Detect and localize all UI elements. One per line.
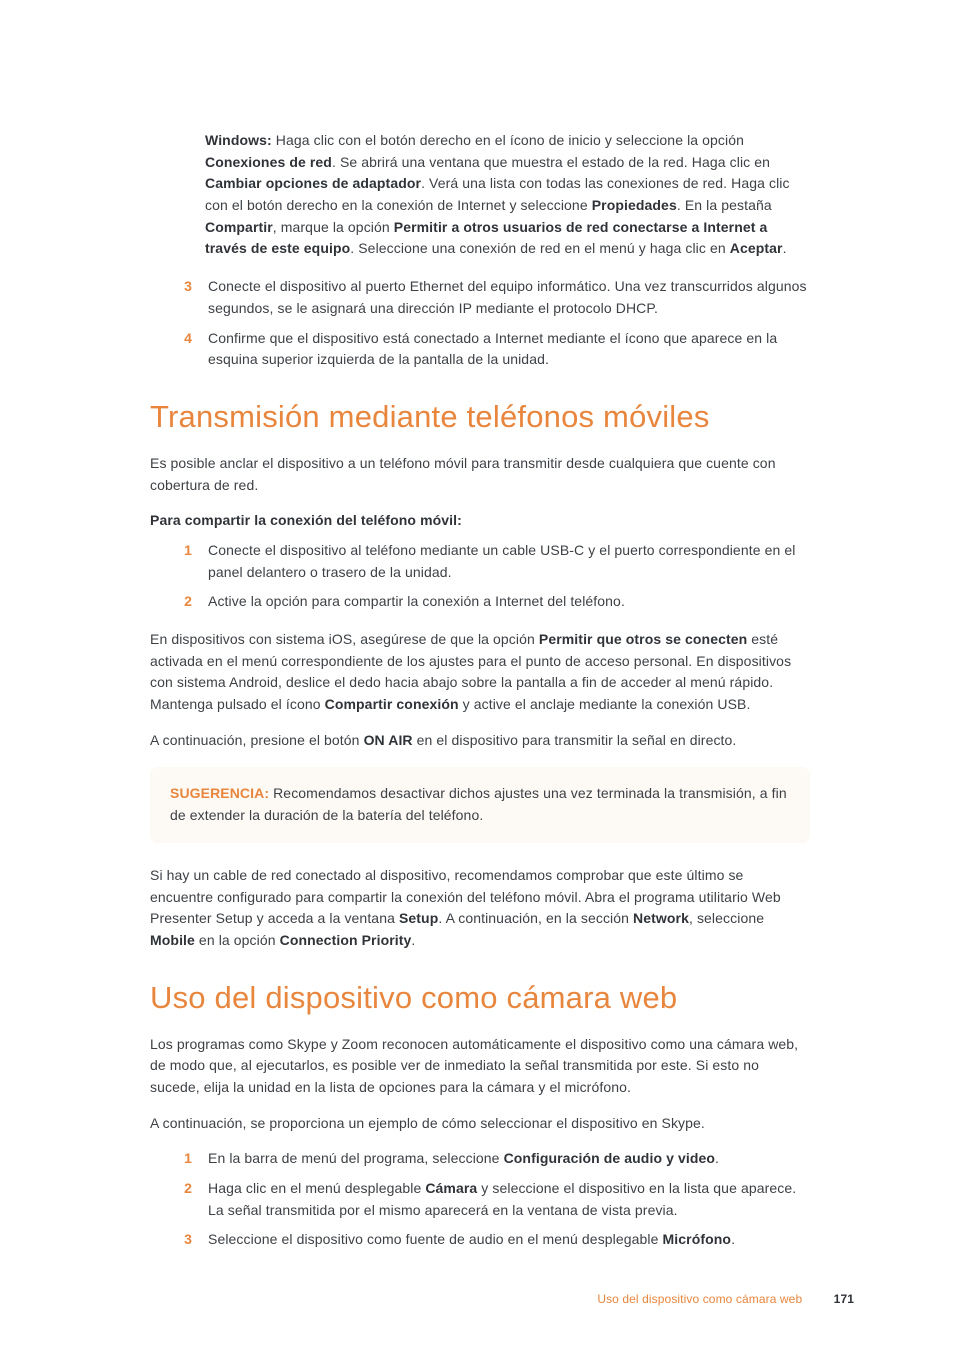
footer-page-number: 171 [834,1292,854,1306]
step-number: 1 [150,540,192,583]
subheading-share-connection: Para compartir la conexión del teléfono … [150,510,810,532]
step-text: Confirme que el dispositivo está conecta… [208,328,810,371]
step-number: 3 [150,1229,192,1251]
document-page: Windows: Haga clic con el botón derecho … [0,0,954,1350]
step-text: Haga clic en el menú desplegable Cámara … [208,1178,810,1221]
list-item: 1 En la barra de menú del programa, sele… [150,1148,810,1170]
page-footer: Uso del dispositivo como cámara web 171 [597,1292,854,1306]
tip-label: SUGERENCIA: [170,785,269,801]
step-number: 1 [150,1148,192,1170]
steps-list-c: 1 En la barra de menú del programa, sele… [150,1148,810,1251]
steps-list-b: 1 Conecte el dispositivo al teléfono med… [150,540,810,613]
steps-list-a: 3 Conecte el dispositivo al puerto Ether… [150,276,810,371]
step-text: Active la opción para compartir la conex… [208,591,810,613]
list-item: 2 Active la opción para compartir la con… [150,591,810,613]
tip-text: SUGERENCIA: Recomendamos desactivar dich… [170,783,790,826]
windows-instructions: Windows: Haga clic con el botón derecho … [205,130,810,260]
step-text: En la barra de menú del programa, selecc… [208,1148,810,1170]
onair-paragraph: A continuación, presione el botón ON AIR… [150,730,810,752]
step-text: Seleccione el dispositivo como fuente de… [208,1229,810,1251]
step-text: Conecte el dispositivo al teléfono media… [208,540,810,583]
windows-paragraph: Windows: Haga clic con el botón derecho … [205,130,810,260]
list-item: 2 Haga clic en el menú desplegable Cámar… [150,1178,810,1221]
windows-label: Windows: [205,132,272,148]
step-number: 3 [150,276,192,319]
list-item: 4 Confirme que el dispositivo está conec… [150,328,810,371]
list-item: 1 Conecte el dispositivo al teléfono med… [150,540,810,583]
tip-box: SUGERENCIA: Recomendamos desactivar dich… [150,767,810,842]
heading-webcam: Uso del dispositivo como cámara web [150,980,810,1016]
network-priority-paragraph: Si hay un cable de red conectado al disp… [150,865,810,952]
content-column: Windows: Haga clic con el botón derecho … [150,130,810,1251]
step-number: 2 [150,591,192,613]
heading-mobile-transmission: Transmisión mediante teléfonos móviles [150,399,810,435]
list-item: 3 Seleccione el dispositivo como fuente … [150,1229,810,1251]
list-item: 3 Conecte el dispositivo al puerto Ether… [150,276,810,319]
step-number: 4 [150,328,192,371]
skype-example-paragraph: A continuación, se proporciona un ejempl… [150,1113,810,1135]
ios-android-paragraph: En dispositivos con sistema iOS, asegúre… [150,629,810,716]
step-number: 2 [150,1178,192,1221]
intro-paragraph: Es posible anclar el dispositivo a un te… [150,453,810,496]
footer-section-title: Uso del dispositivo como cámara web [597,1292,802,1306]
step-text: Conecte el dispositivo al puerto Etherne… [208,276,810,319]
webcam-intro-paragraph: Los programas como Skype y Zoom reconoce… [150,1034,810,1099]
